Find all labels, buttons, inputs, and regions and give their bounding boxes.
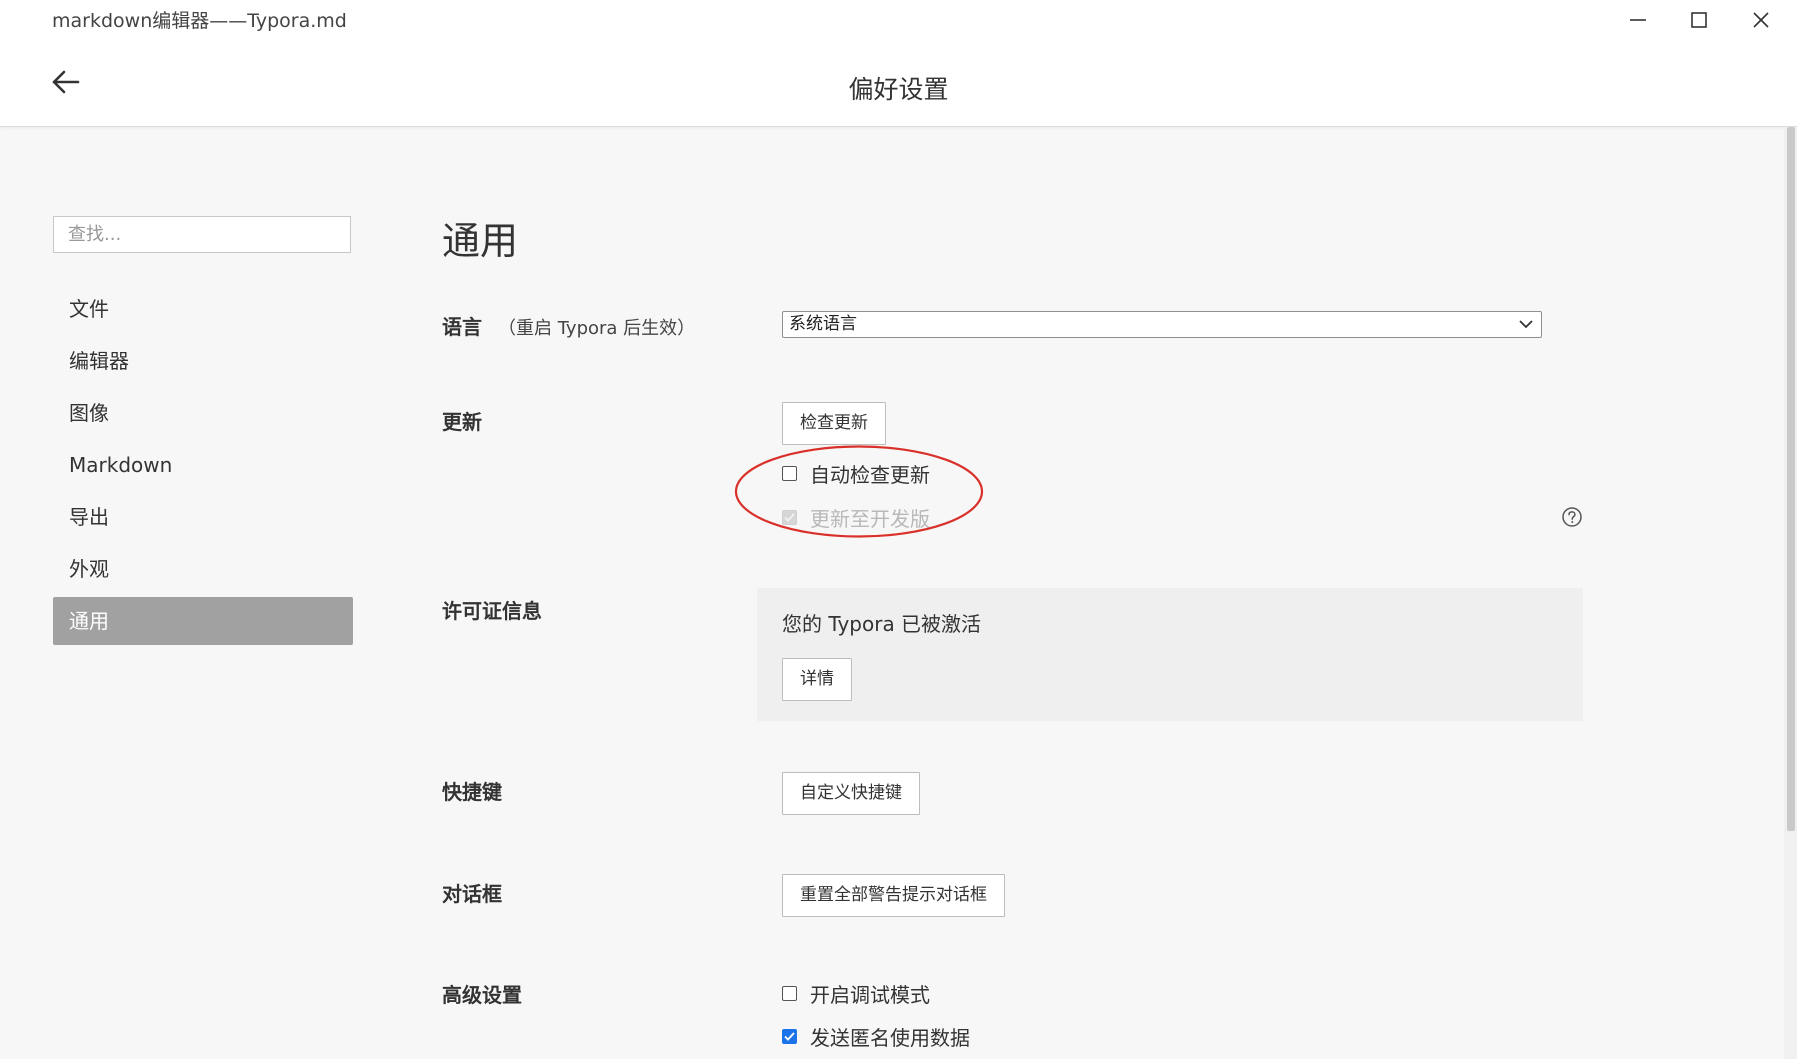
auto-check-update-row[interactable]: 自动检查更新 [782,460,930,487]
window-title: markdown编辑器——Typora.md [52,10,347,32]
minimize-icon [1630,19,1646,21]
sidebar-nav: 文件 编辑器 图像 Markdown 导出 外观 通用 [53,285,353,649]
sidebar-item-markdown[interactable]: Markdown [53,441,353,489]
language-note: （重启 Typora 后生效） [498,318,696,339]
auto-check-update-checkbox[interactable] [782,465,797,481]
license-status: 您的 Typora 已被激活 [782,612,982,636]
dev-channel-checkbox [782,509,797,525]
question-circle-icon[interactable] [1561,506,1583,528]
language-label: 语言 （重启 Typora 后生效） [442,311,695,340]
debug-mode-row[interactable]: 开启调试模式 [782,980,930,1007]
sidebar-item-file[interactable]: 文件 [53,285,353,333]
scrollbar-thumb[interactable] [1787,127,1795,831]
custom-shortcuts-button[interactable]: 自定义快捷键 [782,772,920,815]
minimize-button[interactable] [1608,2,1668,38]
sidebar-item-export[interactable]: 导出 [53,493,353,541]
maximize-button[interactable] [1669,2,1729,38]
close-button[interactable] [1731,2,1791,38]
maximize-icon [1691,12,1707,28]
sidebar-item-image[interactable]: 图像 [53,389,353,437]
dev-channel-row: 更新至开发版 [782,504,930,531]
checkmark-icon [784,512,795,522]
language-select[interactable]: 系统语言 [782,311,1542,338]
license-label: 许可证信息 [442,599,542,623]
sidebar-item-general[interactable]: 通用 [53,597,353,645]
shortcuts-label: 快捷键 [442,780,502,804]
send-usage-label: 发送匿名使用数据 [810,1025,970,1050]
auto-check-update-label: 自动检查更新 [810,462,930,487]
sidebar-item-editor[interactable]: 编辑器 [53,337,353,385]
update-label: 更新 [442,410,482,434]
send-usage-checkbox[interactable] [782,1028,797,1044]
license-panel: 您的 Typora 已被激活 详情 [757,588,1583,721]
send-usage-row[interactable]: 发送匿名使用数据 [782,1023,970,1050]
debug-mode-checkbox[interactable] [782,985,797,1001]
checkmark-icon [784,1031,795,1041]
dev-channel-label: 更新至开发版 [810,506,930,531]
chevron-down-icon [1519,320,1533,329]
reset-dialogs-button[interactable]: 重置全部警告提示对话框 [782,874,1005,917]
search-input[interactable] [53,216,351,253]
sidebar-item-appearance[interactable]: 外观 [53,545,353,593]
dialogs-label: 对话框 [442,882,502,906]
language-select-value: 系统语言 [789,314,857,334]
vertical-scrollbar[interactable] [1784,127,1797,1059]
title-bar: markdown编辑器——Typora.md 偏好设置 [0,0,1797,127]
language-label-text: 语言 [442,315,482,339]
page-title: 偏好设置 [848,75,949,104]
license-details-button[interactable]: 详情 [782,658,852,701]
section-heading: 通用 [442,219,519,263]
advanced-label: 高级设置 [442,983,522,1007]
debug-mode-label: 开启调试模式 [810,982,930,1007]
close-icon [1753,12,1769,28]
check-update-button[interactable]: 检查更新 [782,402,886,445]
